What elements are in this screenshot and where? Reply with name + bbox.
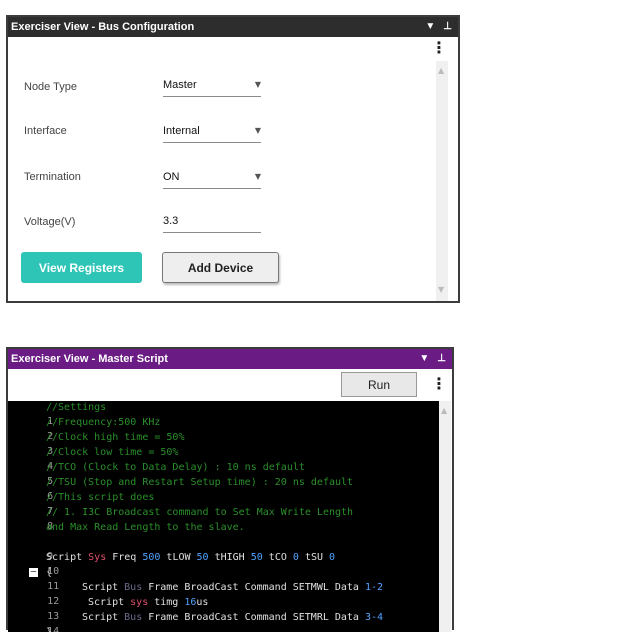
interface-label: Interface [24,125,67,137]
code-line: 10 Script Sys Freq 500 tLOW 50 tHIGH 50 t… [46,552,336,577]
chevron-down-icon: ▼ [254,80,261,89]
pin-icon[interactable]: ⊥ [443,17,452,37]
code-line: 12 Script Bus Frame BroadCast Command SET… [47,582,384,607]
termination-label: Termination [24,171,81,183]
run-button[interactable]: Run [341,372,417,397]
code-line: 8// 1. I3C Broadcast command to Set Max … [46,507,354,532]
scroll-down-icon[interactable]: ▼ [438,286,444,294]
code-line: 9 [47,551,54,562]
node-type-label: Node Type [24,81,78,93]
master-script-titlebar: Exerciser View - Master Script ▼ ⊥ [8,349,452,369]
code-line: 7//This script does [46,492,155,517]
code-line: 2//Frequency:500 KHz [46,417,161,442]
scroll-up-icon[interactable]: ▲ [438,67,444,75]
code-line: 13 Script sys timg 16us [47,597,209,622]
master-script-title: Exerciser View - Master Script [11,353,168,365]
editor-vertical-scrollbar[interactable]: ▲ [439,401,451,632]
view-registers-button[interactable]: View Registers [21,252,142,283]
pin-icon[interactable]: ⊥ [437,349,446,369]
voltage-label: Voltage(V) [24,216,76,228]
kebab-menu-icon[interactable]: ⋮ [431,376,447,392]
dropdown-arrow-icon[interactable]: ▼ [419,349,429,369]
chevron-down-icon: ▼ [254,126,261,135]
code-line: 15} [8,626,62,632]
scroll-up-icon[interactable]: ▲ [441,407,447,415]
termination-value: ON [163,171,180,183]
voltage-input[interactable]: 3.3 [163,211,261,233]
voltage-value: 3.3 [163,215,179,227]
code-line-10: Script Sys Freq 500 tLOW 50 tHIGH 50 tCO… [46,552,336,563]
code-line: 5//TCO (Clock to Data Delay) : 10 ns def… [46,462,305,487]
dropdown-arrow-icon[interactable]: ▼ [425,17,435,37]
bus-config-titlebar: Exerciser View - Bus Configuration ▼ ⊥ [8,17,458,37]
node-type-select[interactable]: Master ▼ [163,75,261,97]
interface-select[interactable]: Internal ▼ [163,121,261,143]
termination-select[interactable]: ON ▼ [163,167,261,189]
code-line: 3//Clock high time = 50% [46,432,185,457]
chevron-down-icon: ▼ [254,172,261,181]
bus-configuration-panel: Exerciser View - Bus Configuration ▼ ⊥ ⋮… [6,15,460,303]
node-type-value: Master [163,79,197,91]
bus-config-title: Exerciser View - Bus Configuration [11,21,195,33]
master-script-panel: Exerciser View - Master Script ▼ ⊥ Run ⋮… [6,347,454,632]
add-device-button[interactable]: Add Device [162,252,279,283]
script-editor[interactable]: 1//Settings 2//Frequency:500 KHz 3//Cloc… [8,401,439,632]
kebab-menu-icon[interactable]: ⋮ [431,40,447,56]
interface-value: Internal [163,125,200,137]
code-line: 14 Script Bus Frame BroadCast Command SET… [47,612,384,632]
vertical-scrollbar[interactable]: ▲ ▼ [436,61,448,301]
code-line: 4//Clock low time = 50% [46,447,179,472]
code-line: and Max Read Length to the slave. [46,522,245,533]
fold-toggle-icon[interactable]: – [29,568,38,577]
code-line: 11–{ [29,567,60,592]
code-line: 6//TSU (Stop and Restart Setup time) : 2… [46,477,354,502]
code-line: 1//Settings [46,402,107,427]
